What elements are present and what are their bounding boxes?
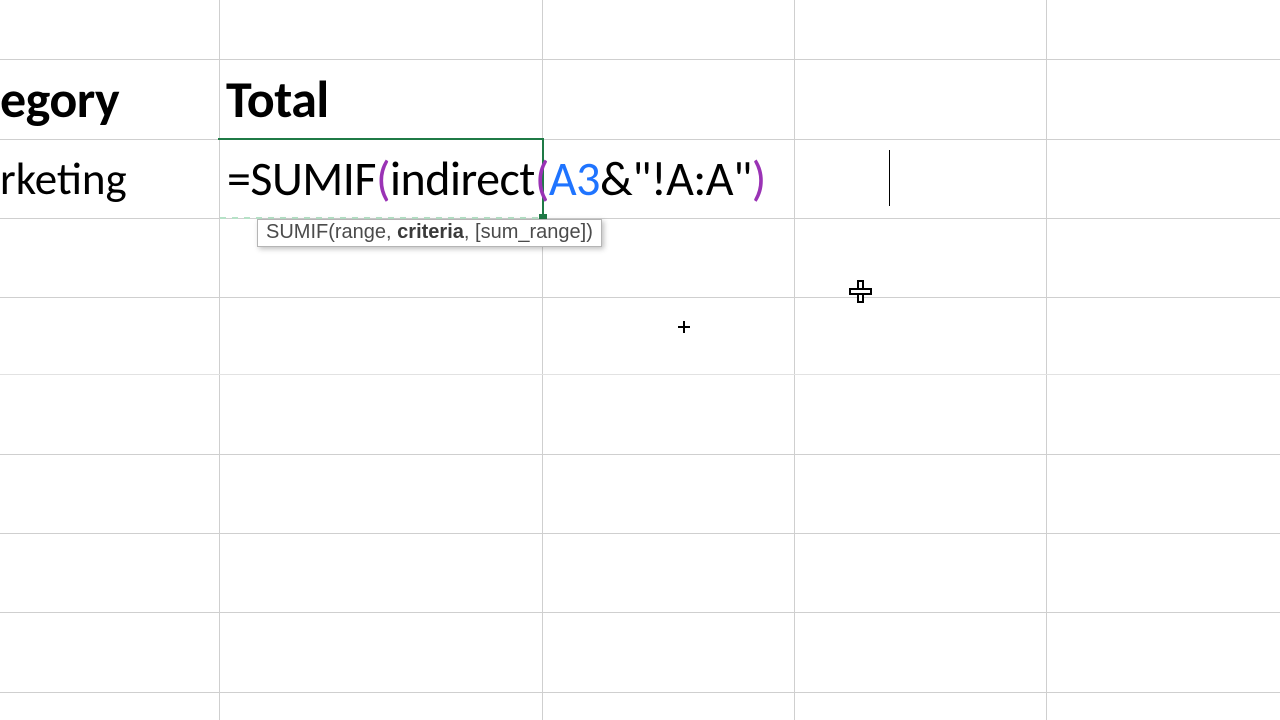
tip-arg[interactable]: [sum_range] [475,221,586,243]
tip-fn: SUMIF [266,221,328,243]
grid-hline [0,374,1280,375]
formula-paren: ( [535,149,549,208]
header-label: Total [226,67,329,131]
edit-border-top [218,138,544,140]
grid-hline [0,533,1280,534]
tip-arg[interactable]: range [335,221,386,243]
tip-arg-current[interactable]: criteria [397,221,464,243]
grid-hline [0,297,1280,298]
function-tooltip[interactable]: SUMIF(range, criteria, [sum_range]) [257,219,602,247]
header-label: egory [0,67,119,131]
text-caret [889,150,890,206]
tip-open: ( [328,221,335,243]
formula-paren: ( [376,149,390,208]
formula-paren: ) [752,149,766,208]
tip-sep: , [464,221,475,243]
formula-string: "!A:A" [632,149,752,208]
formula-op: & [600,149,632,208]
grid-hline [0,612,1280,613]
header-cell-total[interactable]: Total [226,60,542,138]
cell-value: rketing [0,152,127,207]
grid-hline [0,692,1280,693]
formula-input[interactable]: =SUMIF(indirect(A3&"!A:A") [227,149,766,208]
header-cell-category[interactable]: egory [0,60,219,138]
formula-ref: A3 [549,149,600,208]
select-cursor-icon [849,280,871,302]
formula-fn-outer: SUMIF [250,149,376,208]
cell-a3[interactable]: rketing [0,140,219,218]
formula-fn-inner: indirect [390,149,535,208]
tip-sep: , [386,221,397,243]
formula-eq: = [227,149,250,208]
grid-hline [0,454,1280,455]
move-cursor-icon [678,321,690,333]
spreadsheet-grid[interactable]: egory Total rketing =SUMIF(indirect(A3&"… [0,0,1280,720]
grid-hline [0,218,1280,219]
tip-close: ) [586,221,593,243]
